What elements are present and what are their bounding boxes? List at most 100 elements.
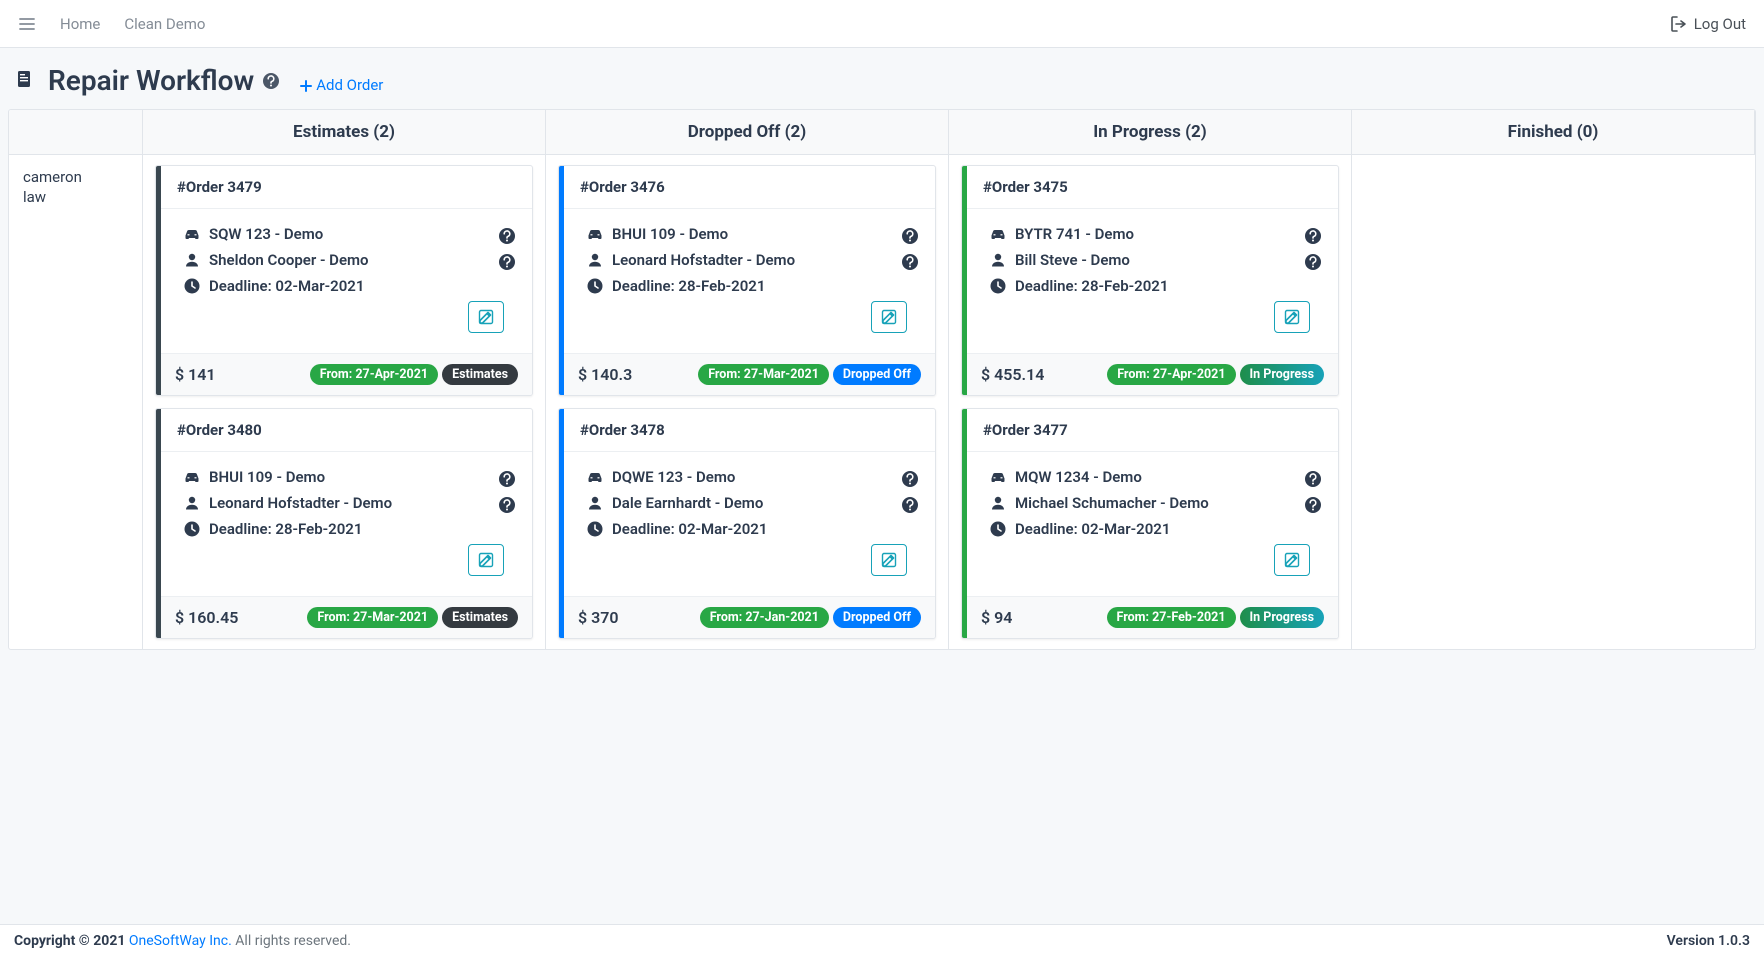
card-customer: Dale Earnhardt - Demo — [612, 494, 763, 512]
edit-icon — [477, 551, 495, 569]
customer-help-icon[interactable] — [1304, 496, 1322, 514]
menu-toggle-icon[interactable] — [18, 15, 36, 33]
card-order-number: #Order 3476 — [564, 166, 935, 209]
clock-icon — [183, 277, 199, 295]
add-order-button[interactable]: Add Order — [298, 76, 383, 94]
car-icon — [586, 225, 602, 243]
user-icon — [183, 251, 199, 269]
footer-company-link[interactable]: OneSoftWay Inc. — [129, 933, 232, 949]
vehicle-help-icon[interactable] — [901, 227, 919, 245]
order-card[interactable]: #Order 3477 MQW 1234 - Demo Michael Schu… — [961, 408, 1339, 639]
footer-copyright: Copyright © 2021 — [14, 933, 129, 949]
column-header-estimates: Estimates (2) — [143, 110, 546, 155]
page-header: Repair Workflow Add Order — [0, 48, 1764, 109]
customer-help-icon[interactable] — [498, 496, 516, 514]
customer-help-icon[interactable] — [498, 253, 516, 271]
card-status-badge: Dropped Off — [833, 607, 921, 628]
plus-icon — [298, 78, 312, 92]
logout-button[interactable]: Log Out — [1670, 15, 1746, 33]
edit-icon — [880, 308, 898, 326]
vehicle-help-icon[interactable] — [498, 227, 516, 245]
user-icon — [989, 494, 1005, 512]
card-vehicle: BYTR 741 - Demo — [1015, 225, 1134, 243]
card-status-badge: Estimates — [442, 364, 518, 385]
row-assignee-label: cameronlaw — [9, 155, 143, 649]
clock-icon — [989, 277, 1005, 295]
card-customer: Leonard Hofstadter - Demo — [209, 494, 392, 512]
car-icon — [183, 468, 199, 486]
card-status-badge: Estimates — [442, 607, 518, 628]
nav-home[interactable]: Home — [60, 15, 100, 33]
card-customer: Bill Steve - Demo — [1015, 251, 1130, 269]
edit-icon — [477, 308, 495, 326]
footer-version: Version 1.0.3 — [1667, 933, 1750, 949]
card-order-number: #Order 3477 — [967, 409, 1338, 452]
clock-icon — [586, 277, 602, 295]
clock-icon — [183, 520, 199, 538]
order-card[interactable]: #Order 3475 BYTR 741 - Demo Bill Steve -… — [961, 165, 1339, 396]
user-icon — [586, 251, 602, 269]
card-price: $ 140.3 — [578, 365, 632, 384]
order-card[interactable]: #Order 3480 BHUI 109 - Demo Leonard Hofs… — [155, 408, 533, 639]
card-from-badge: From: 27-Feb-2021 — [1107, 607, 1236, 628]
card-status-badge: In Progress — [1240, 364, 1324, 385]
edit-order-button[interactable] — [1274, 544, 1310, 576]
card-order-number: #Order 3480 — [161, 409, 532, 452]
card-price: $ 455.14 — [981, 365, 1044, 384]
card-deadline: Deadline: 28-Feb-2021 — [612, 277, 765, 295]
page-title: Repair Workflow — [48, 64, 254, 97]
card-deadline: Deadline: 02-Mar-2021 — [1015, 520, 1170, 538]
card-vehicle: BHUI 109 - Demo — [612, 225, 728, 243]
card-price: $ 141 — [175, 365, 216, 384]
clock-icon — [586, 520, 602, 538]
title-help-icon[interactable] — [262, 72, 280, 90]
car-icon — [586, 468, 602, 486]
card-price: $ 370 — [578, 608, 619, 627]
card-order-number: #Order 3475 — [967, 166, 1338, 209]
column-estimates: #Order 3479 SQW 123 - Demo Sheldon Coope… — [143, 155, 546, 649]
document-icon — [16, 70, 38, 92]
vehicle-help-icon[interactable] — [1304, 227, 1322, 245]
card-price: $ 160.45 — [175, 608, 238, 627]
card-deadline: Deadline: 02-Mar-2021 — [612, 520, 767, 538]
order-card[interactable]: #Order 3476 BHUI 109 - Demo Leonard Hofs… — [558, 165, 936, 396]
edit-order-button[interactable] — [468, 301, 504, 333]
car-icon — [183, 225, 199, 243]
edit-icon — [880, 551, 898, 569]
order-card[interactable]: #Order 3478 DQWE 123 - Demo Dale Earnhar… — [558, 408, 936, 639]
kanban-board: Estimates (2) Dropped Off (2) In Progres… — [8, 109, 1756, 650]
card-customer: Sheldon Cooper - Demo — [209, 251, 369, 269]
logout-label: Log Out — [1694, 15, 1746, 33]
card-price: $ 94 — [981, 608, 1012, 627]
column-in-progress: #Order 3475 BYTR 741 - Demo Bill Steve -… — [949, 155, 1352, 649]
edit-order-button[interactable] — [871, 301, 907, 333]
card-vehicle: SQW 123 - Demo — [209, 225, 323, 243]
edit-order-button[interactable] — [468, 544, 504, 576]
card-deadline: Deadline: 02-Mar-2021 — [209, 277, 364, 295]
nav-clean-demo[interactable]: Clean Demo — [124, 15, 205, 33]
card-from-badge: From: 27-Mar-2021 — [307, 607, 438, 628]
clock-icon — [989, 520, 1005, 538]
sign-out-icon — [1670, 15, 1688, 33]
edit-order-button[interactable] — [871, 544, 907, 576]
add-order-label: Add Order — [316, 76, 383, 94]
card-vehicle: DQWE 123 - Demo — [612, 468, 735, 486]
order-card[interactable]: #Order 3479 SQW 123 - Demo Sheldon Coope… — [155, 165, 533, 396]
user-icon — [989, 251, 1005, 269]
user-icon — [183, 494, 199, 512]
customer-help-icon[interactable] — [901, 496, 919, 514]
customer-help-icon[interactable] — [1304, 253, 1322, 271]
vehicle-help-icon[interactable] — [1304, 470, 1322, 488]
card-deadline: Deadline: 28-Feb-2021 — [1015, 277, 1168, 295]
card-deadline: Deadline: 28-Feb-2021 — [209, 520, 362, 538]
card-from-badge: From: 27-Jan-2021 — [700, 607, 829, 628]
card-status-badge: Dropped Off — [833, 364, 921, 385]
car-icon — [989, 468, 1005, 486]
customer-help-icon[interactable] — [901, 253, 919, 271]
column-finished — [1352, 155, 1755, 649]
edit-order-button[interactable] — [1274, 301, 1310, 333]
footer-rights: All rights reserved. — [235, 933, 351, 949]
top-navbar: Home Clean Demo Log Out — [0, 0, 1764, 48]
vehicle-help-icon[interactable] — [498, 470, 516, 488]
vehicle-help-icon[interactable] — [901, 470, 919, 488]
